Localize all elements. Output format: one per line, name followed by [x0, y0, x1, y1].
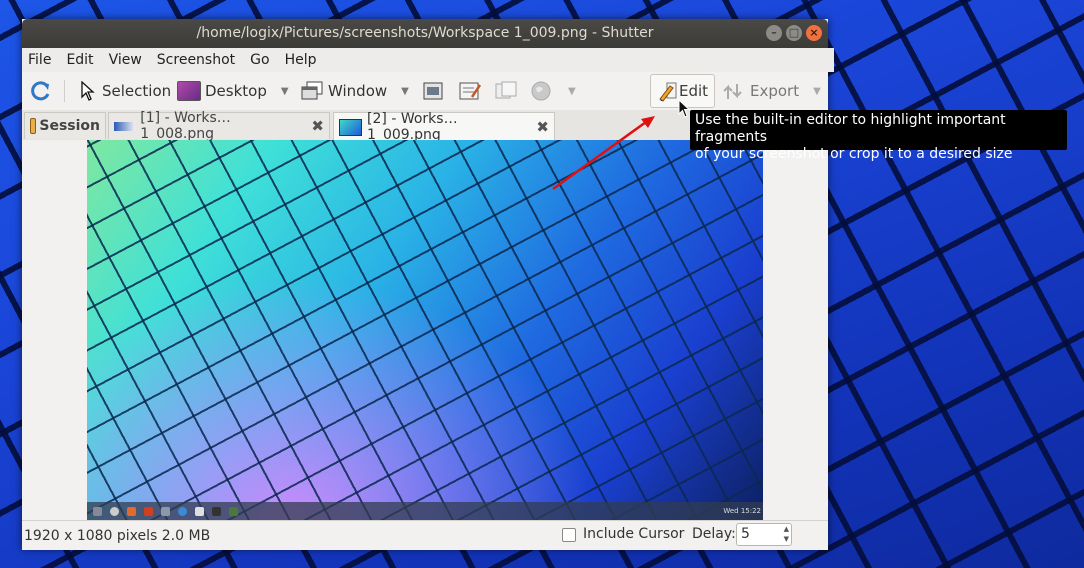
- tooltip-line-2: of your screenshot or crop it to a desir…: [695, 146, 1013, 162]
- annotation-arrow: [552, 116, 655, 191]
- edit-tooltip: Use the built-in editor to highlight imp…: [690, 110, 1067, 162]
- tooltip-line-1: Use the built-in editor to highlight imp…: [695, 112, 1006, 145]
